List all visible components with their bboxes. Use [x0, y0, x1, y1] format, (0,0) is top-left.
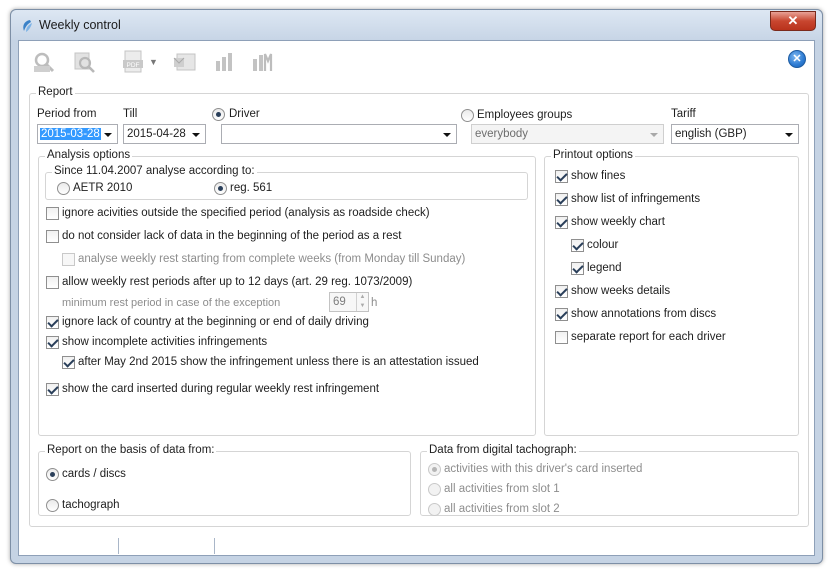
- app-logo-icon: [23, 20, 32, 32]
- min-rest-value: 69: [333, 296, 346, 308]
- printout-options-title: Printout options: [551, 149, 635, 161]
- period-from-label: Period from: [37, 108, 97, 120]
- separate-report-label: separate report for each driver: [571, 331, 726, 343]
- svg-text:PDF: PDF: [127, 62, 140, 69]
- stepper-buttons[interactable]: ▲ ▼: [356, 293, 368, 311]
- ignore-country-label: ignore lack of country at the beginning …: [62, 316, 369, 328]
- legend-checkbox[interactable]: [571, 262, 584, 275]
- weekly-control-window: Weekly control ✕ PDF ▼ ✕ Report Period f…: [10, 9, 823, 564]
- show-incomplete-checkbox[interactable]: [46, 336, 59, 349]
- status-separator: [118, 538, 119, 554]
- status-separator: [214, 538, 215, 554]
- close-report-icon[interactable]: ✕: [788, 50, 806, 68]
- colour-label: colour: [587, 239, 619, 251]
- tariff-value: english (GBP): [675, 128, 747, 140]
- chevron-down-icon[interactable]: ▼: [357, 302, 368, 311]
- separate-report-checkbox[interactable]: [555, 331, 568, 344]
- show-fines-checkbox[interactable]: [555, 170, 568, 183]
- reg-561-radio[interactable]: [214, 182, 227, 195]
- digital-tachograph-title: Data from digital tachograph:: [427, 444, 579, 456]
- till-label: Till: [123, 108, 138, 120]
- aetr-2010-label: AETR 2010: [73, 182, 133, 194]
- show-annotations-checkbox[interactable]: [555, 308, 568, 321]
- chevron-down-icon: [650, 133, 658, 137]
- ignore-outside-checkbox[interactable]: [46, 207, 59, 220]
- show-card-checkbox[interactable]: [46, 383, 59, 396]
- legend-label: legend: [587, 262, 622, 274]
- chevron-up-icon[interactable]: ▲: [357, 293, 368, 302]
- show-list-label: show list of infringements: [571, 193, 701, 205]
- employees-groups-radio[interactable]: [461, 109, 474, 122]
- ignore-country-checkbox[interactable]: [46, 316, 59, 329]
- status-bar: [18, 536, 815, 556]
- tachograph-label: tachograph: [62, 499, 120, 511]
- report-group-title: Report: [36, 86, 75, 98]
- colour-checkbox[interactable]: [571, 239, 584, 252]
- since-title: Since 11.04.2007 analyse according to:: [52, 165, 257, 177]
- no-lack-data-checkbox[interactable]: [46, 230, 59, 243]
- show-weekly-chart-checkbox[interactable]: [555, 216, 568, 229]
- allow-12-days-label: allow weekly rest periods after up to 12…: [62, 276, 413, 288]
- slot1-radio[interactable]: [428, 483, 441, 496]
- analysis-options-title: Analysis options: [45, 149, 133, 161]
- dropdown-arrow-icon[interactable]: ▼: [149, 57, 158, 67]
- title-bar: Weekly control ✕: [11, 10, 822, 40]
- till-combo[interactable]: 2015-04-28: [123, 124, 206, 144]
- email-icon[interactable]: [171, 49, 199, 75]
- chart-m-icon[interactable]: [249, 49, 277, 75]
- tachograph-radio[interactable]: [46, 499, 59, 512]
- aetr-2010-radio[interactable]: [57, 182, 70, 195]
- driver-combo[interactable]: [221, 124, 457, 144]
- show-card-label: show the card inserted during regular we…: [62, 383, 380, 395]
- toolbar: PDF ▼: [27, 49, 427, 77]
- driver-radio[interactable]: [212, 108, 225, 121]
- analyse-weekly-checkbox[interactable]: [62, 253, 75, 266]
- chevron-down-icon: [785, 133, 793, 137]
- show-incomplete-label: show incomplete activities infringements: [62, 336, 268, 348]
- show-list-checkbox[interactable]: [555, 193, 568, 206]
- ignore-outside-label: ignore acivities outside the specified p…: [62, 207, 430, 219]
- slot2-radio[interactable]: [428, 503, 441, 516]
- preview-icon[interactable]: [71, 49, 99, 75]
- after-may-label: after May 2nd 2015 show the infringement…: [78, 356, 479, 368]
- min-rest-stepper[interactable]: 69 ▲ ▼: [329, 292, 369, 312]
- search-report-icon[interactable]: [31, 49, 59, 75]
- show-annotations-label: show annotations from discs: [571, 308, 717, 320]
- tariff-label: Tariff: [671, 108, 696, 120]
- cards-discs-label: cards / discs: [62, 468, 126, 480]
- cards-discs-radio[interactable]: [46, 468, 59, 481]
- period-from-combo[interactable]: 2015-03-28: [37, 124, 118, 144]
- reg-561-label: reg. 561: [230, 182, 273, 194]
- min-rest-unit: h: [371, 297, 378, 309]
- tariff-combo[interactable]: english (GBP): [671, 124, 799, 144]
- chevron-down-icon: [443, 133, 451, 137]
- card-inserted-label: activities with this driver's card inser…: [444, 463, 643, 475]
- allow-12-days-checkbox[interactable]: [46, 276, 59, 289]
- till-value: 2015-04-28: [127, 128, 186, 140]
- show-weekly-chart-label: show weekly chart: [571, 216, 665, 228]
- show-fines-label: show fines: [571, 170, 626, 182]
- slot1-label: all activities from slot 1: [444, 483, 560, 495]
- employees-groups-value: everybody: [475, 128, 529, 140]
- period-from-value: 2015-03-28: [40, 128, 101, 140]
- employees-groups-label: Employees groups: [477, 109, 573, 121]
- dialog-body: PDF ▼ ✕ Report Period from 2015-03-28 Ti…: [18, 40, 815, 556]
- window-title: Weekly control: [39, 18, 121, 32]
- employees-groups-combo[interactable]: everybody: [471, 124, 664, 144]
- driver-label: Driver: [229, 108, 260, 120]
- show-weeks-details-label: show weeks details: [571, 285, 671, 297]
- no-lack-data-label: do not consider lack of data in the begi…: [62, 230, 402, 242]
- basis-title: Report on the basis of data from:: [45, 444, 217, 456]
- window-close-button[interactable]: ✕: [770, 11, 816, 31]
- after-may-checkbox[interactable]: [62, 356, 75, 369]
- pdf-icon[interactable]: PDF: [119, 49, 147, 75]
- chart-icon[interactable]: [211, 49, 239, 75]
- min-rest-label: minimum rest period in case of the excep…: [62, 297, 281, 309]
- slot2-label: all activities from slot 2: [444, 503, 560, 515]
- card-inserted-radio[interactable]: [428, 463, 441, 476]
- show-weeks-details-checkbox[interactable]: [555, 285, 568, 298]
- chevron-down-icon: [192, 133, 200, 137]
- chevron-down-icon: [104, 133, 112, 137]
- analyse-weekly-label: analyse weekly rest starting from comple…: [78, 253, 466, 265]
